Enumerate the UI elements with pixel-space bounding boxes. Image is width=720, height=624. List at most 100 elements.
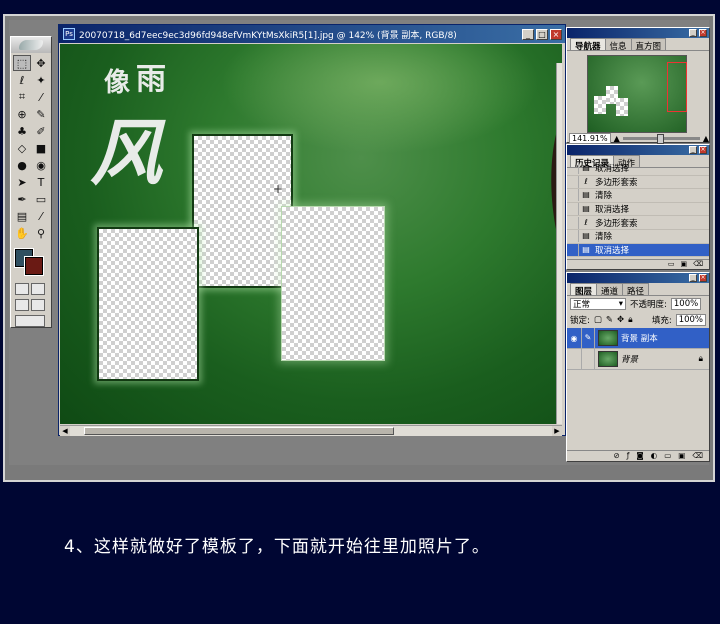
path-select-icon[interactable]: ➤ (13, 174, 31, 190)
toolbox: ⬚ ✥ ℓ ✦ ⌗ ⁄ ⊕ ✎ ♣ ✐ ◇ ■ ● ◉ ➤ T ✒ ▭ ▤ ⁄ … (10, 36, 52, 328)
move-tool-icon[interactable]: ✥ (32, 55, 50, 71)
nav-frame-1 (594, 96, 606, 114)
history-item[interactable]: ℓ 多边形套索 (567, 175, 709, 190)
close-button[interactable]: × (550, 28, 562, 40)
layer-row[interactable]: ◉ ✎ 背景 副本 (567, 328, 709, 349)
lock-position-icon[interactable]: ✥ (617, 315, 624, 325)
color-swatches (13, 247, 49, 277)
lock-transparency-icon[interactable]: ▢ (594, 315, 602, 325)
tab-histogram[interactable]: 直方图 (630, 38, 667, 52)
doc-icon: ▤ (582, 190, 590, 200)
photoshop-icon: Ps (63, 28, 75, 40)
slice-tool-icon[interactable]: ⁄ (32, 89, 50, 105)
layers-minimize-button[interactable]: _ (689, 274, 697, 282)
navigator-thumbnail[interactable] (587, 55, 687, 133)
stamp-tool-icon[interactable]: ♣ (13, 123, 31, 139)
screen-mode-1-icon[interactable] (15, 299, 29, 311)
gradient-tool-icon[interactable]: ■ (32, 140, 50, 156)
zoom-value[interactable]: 141.91% (569, 132, 611, 144)
brush-link-icon[interactable]: ✎ (581, 328, 595, 348)
background-color[interactable] (24, 256, 44, 276)
history-brush-icon[interactable]: ✐ (32, 123, 50, 139)
horizontal-scrollbar[interactable]: ◀ ▶ (60, 425, 562, 436)
magic-wand-icon[interactable]: ✦ (32, 72, 50, 88)
zoom-in-icon[interactable]: ▲ (703, 134, 709, 143)
photo-frame-1 (97, 227, 199, 381)
photo-frame-3 (281, 206, 385, 361)
zoom-tool-icon[interactable]: ⚲ (32, 225, 50, 241)
blend-mode-select[interactable]: 正常 ▾ (570, 298, 626, 310)
lasso-tool-icon[interactable]: ℓ (13, 72, 31, 88)
nav-minimize-button[interactable]: _ (689, 29, 697, 37)
zoom-out-icon[interactable]: ▲ (614, 134, 620, 143)
image-canvas[interactable]: 像 雨 风 + (60, 44, 562, 424)
fill-input[interactable]: 100% (675, 314, 706, 326)
pen-tool-icon[interactable]: ✒ (13, 191, 31, 207)
link-layers-icon[interactable]: ⊘ (613, 451, 619, 461)
screen-mode-2-icon[interactable] (31, 299, 45, 311)
trash-icon[interactable]: ⌫ (693, 260, 703, 269)
crop-tool-icon[interactable]: ⌗ (13, 89, 31, 105)
text-tool-icon[interactable]: T (32, 174, 50, 190)
scroll-left-icon[interactable]: ◀ (60, 426, 70, 436)
history-item[interactable]: ▤ 清除 (567, 230, 709, 244)
hist-minimize-button[interactable]: _ (689, 146, 697, 154)
adjustment-layer-icon[interactable]: ◐ (651, 451, 658, 461)
history-item[interactable]: ▤ 取消选择 (567, 203, 709, 217)
healing-brush-icon[interactable]: ⊕ (13, 106, 31, 122)
lock-pixels-icon[interactable]: ✎ (606, 315, 613, 325)
tab-channels[interactable]: 通道 (596, 283, 624, 297)
delete-layer-icon[interactable]: ⌫ (692, 451, 703, 461)
quickmask-mode-icon[interactable] (31, 283, 45, 295)
maximize-button[interactable]: □ (536, 28, 548, 40)
blur-tool-icon[interactable]: ● (13, 157, 31, 173)
layer-mask-icon[interactable]: ◙ (636, 451, 643, 461)
standard-mode-icon[interactable] (15, 283, 29, 295)
opacity-input[interactable]: 100% (670, 298, 702, 310)
notes-tool-icon[interactable]: ▤ (13, 208, 31, 224)
new-layer-icon[interactable]: ▣ (678, 451, 685, 461)
tab-layers[interactable]: 图层 (570, 283, 598, 297)
history-panel: _ × 历史记录 动作 ▤ 取消选择 ℓ 多边形套索 ▤ 清除 ▤ 取消选择 ℓ 多边形套索… (566, 144, 710, 270)
brush-link-icon[interactable] (581, 349, 595, 369)
scroll-right-icon[interactable]: ▶ (552, 426, 562, 436)
navigator-view-box[interactable] (667, 62, 687, 112)
hand-tool-icon[interactable]: ✋ (13, 225, 31, 241)
fill-label: 填充: (651, 316, 672, 326)
tab-paths[interactable]: 路径 (622, 283, 650, 297)
history-list: ▤ 取消选择 ℓ 多边形套索 ▤ 清除 ▤ 取消选择 ℓ 多边形套索 ▤ 清除 ▤ 取消选择 (567, 162, 709, 258)
layer-row[interactable]: 背景 🔒︎ (567, 349, 709, 370)
layer-name: 背景 副本 (621, 334, 658, 344)
history-item-selected[interactable]: ▤ 取消选择 (567, 243, 709, 258)
layer-group-icon[interactable]: ▭ (664, 451, 671, 461)
document-titlebar[interactable]: Ps 20070718_6d7eec9ec3d96fd948efVmKYtMsX… (59, 25, 565, 43)
scroll-thumb[interactable] (84, 427, 394, 435)
history-item[interactable]: ℓ 多边形套索 (567, 216, 709, 230)
minimize-button[interactable]: _ (522, 28, 534, 40)
layer-style-icon[interactable]: ƒ (627, 451, 630, 461)
tab-info[interactable]: 信息 (604, 38, 632, 52)
eyedropper-icon[interactable]: ⁄ (32, 208, 50, 224)
eraser-tool-icon[interactable]: ◇ (13, 140, 31, 156)
nav-close-button[interactable]: × (699, 29, 707, 37)
zoom-slider[interactable] (622, 133, 700, 144)
dodge-tool-icon[interactable]: ◉ (32, 157, 50, 173)
vertical-scrollbar[interactable] (556, 63, 562, 424)
brush-tool-icon[interactable]: ✎ (32, 106, 50, 122)
doc-icon: ▤ (582, 163, 590, 173)
chevron-down-icon: ▾ (618, 299, 623, 309)
opacity-label: 不透明度: (630, 300, 667, 310)
hist-close-button[interactable]: × (699, 146, 707, 154)
feather-icon (19, 40, 43, 50)
tab-navigator[interactable]: 导航器 (570, 38, 606, 52)
marquee-tool-icon[interactable]: ⬚ (13, 55, 31, 71)
new-snapshot-icon[interactable]: ▭ (668, 260, 675, 269)
layers-close-button[interactable]: × (699, 274, 707, 282)
lock-all-icon[interactable]: 🔒︎ (628, 315, 633, 325)
imageready-icon[interactable] (15, 315, 45, 327)
shape-tool-icon[interactable]: ▭ (32, 191, 50, 207)
new-document-icon[interactable]: ▣ (680, 260, 687, 269)
lock-label: 锁定: (570, 316, 590, 326)
eye-icon[interactable]: ◉ (567, 334, 581, 343)
history-item[interactable]: ▤ 清除 (567, 189, 709, 203)
